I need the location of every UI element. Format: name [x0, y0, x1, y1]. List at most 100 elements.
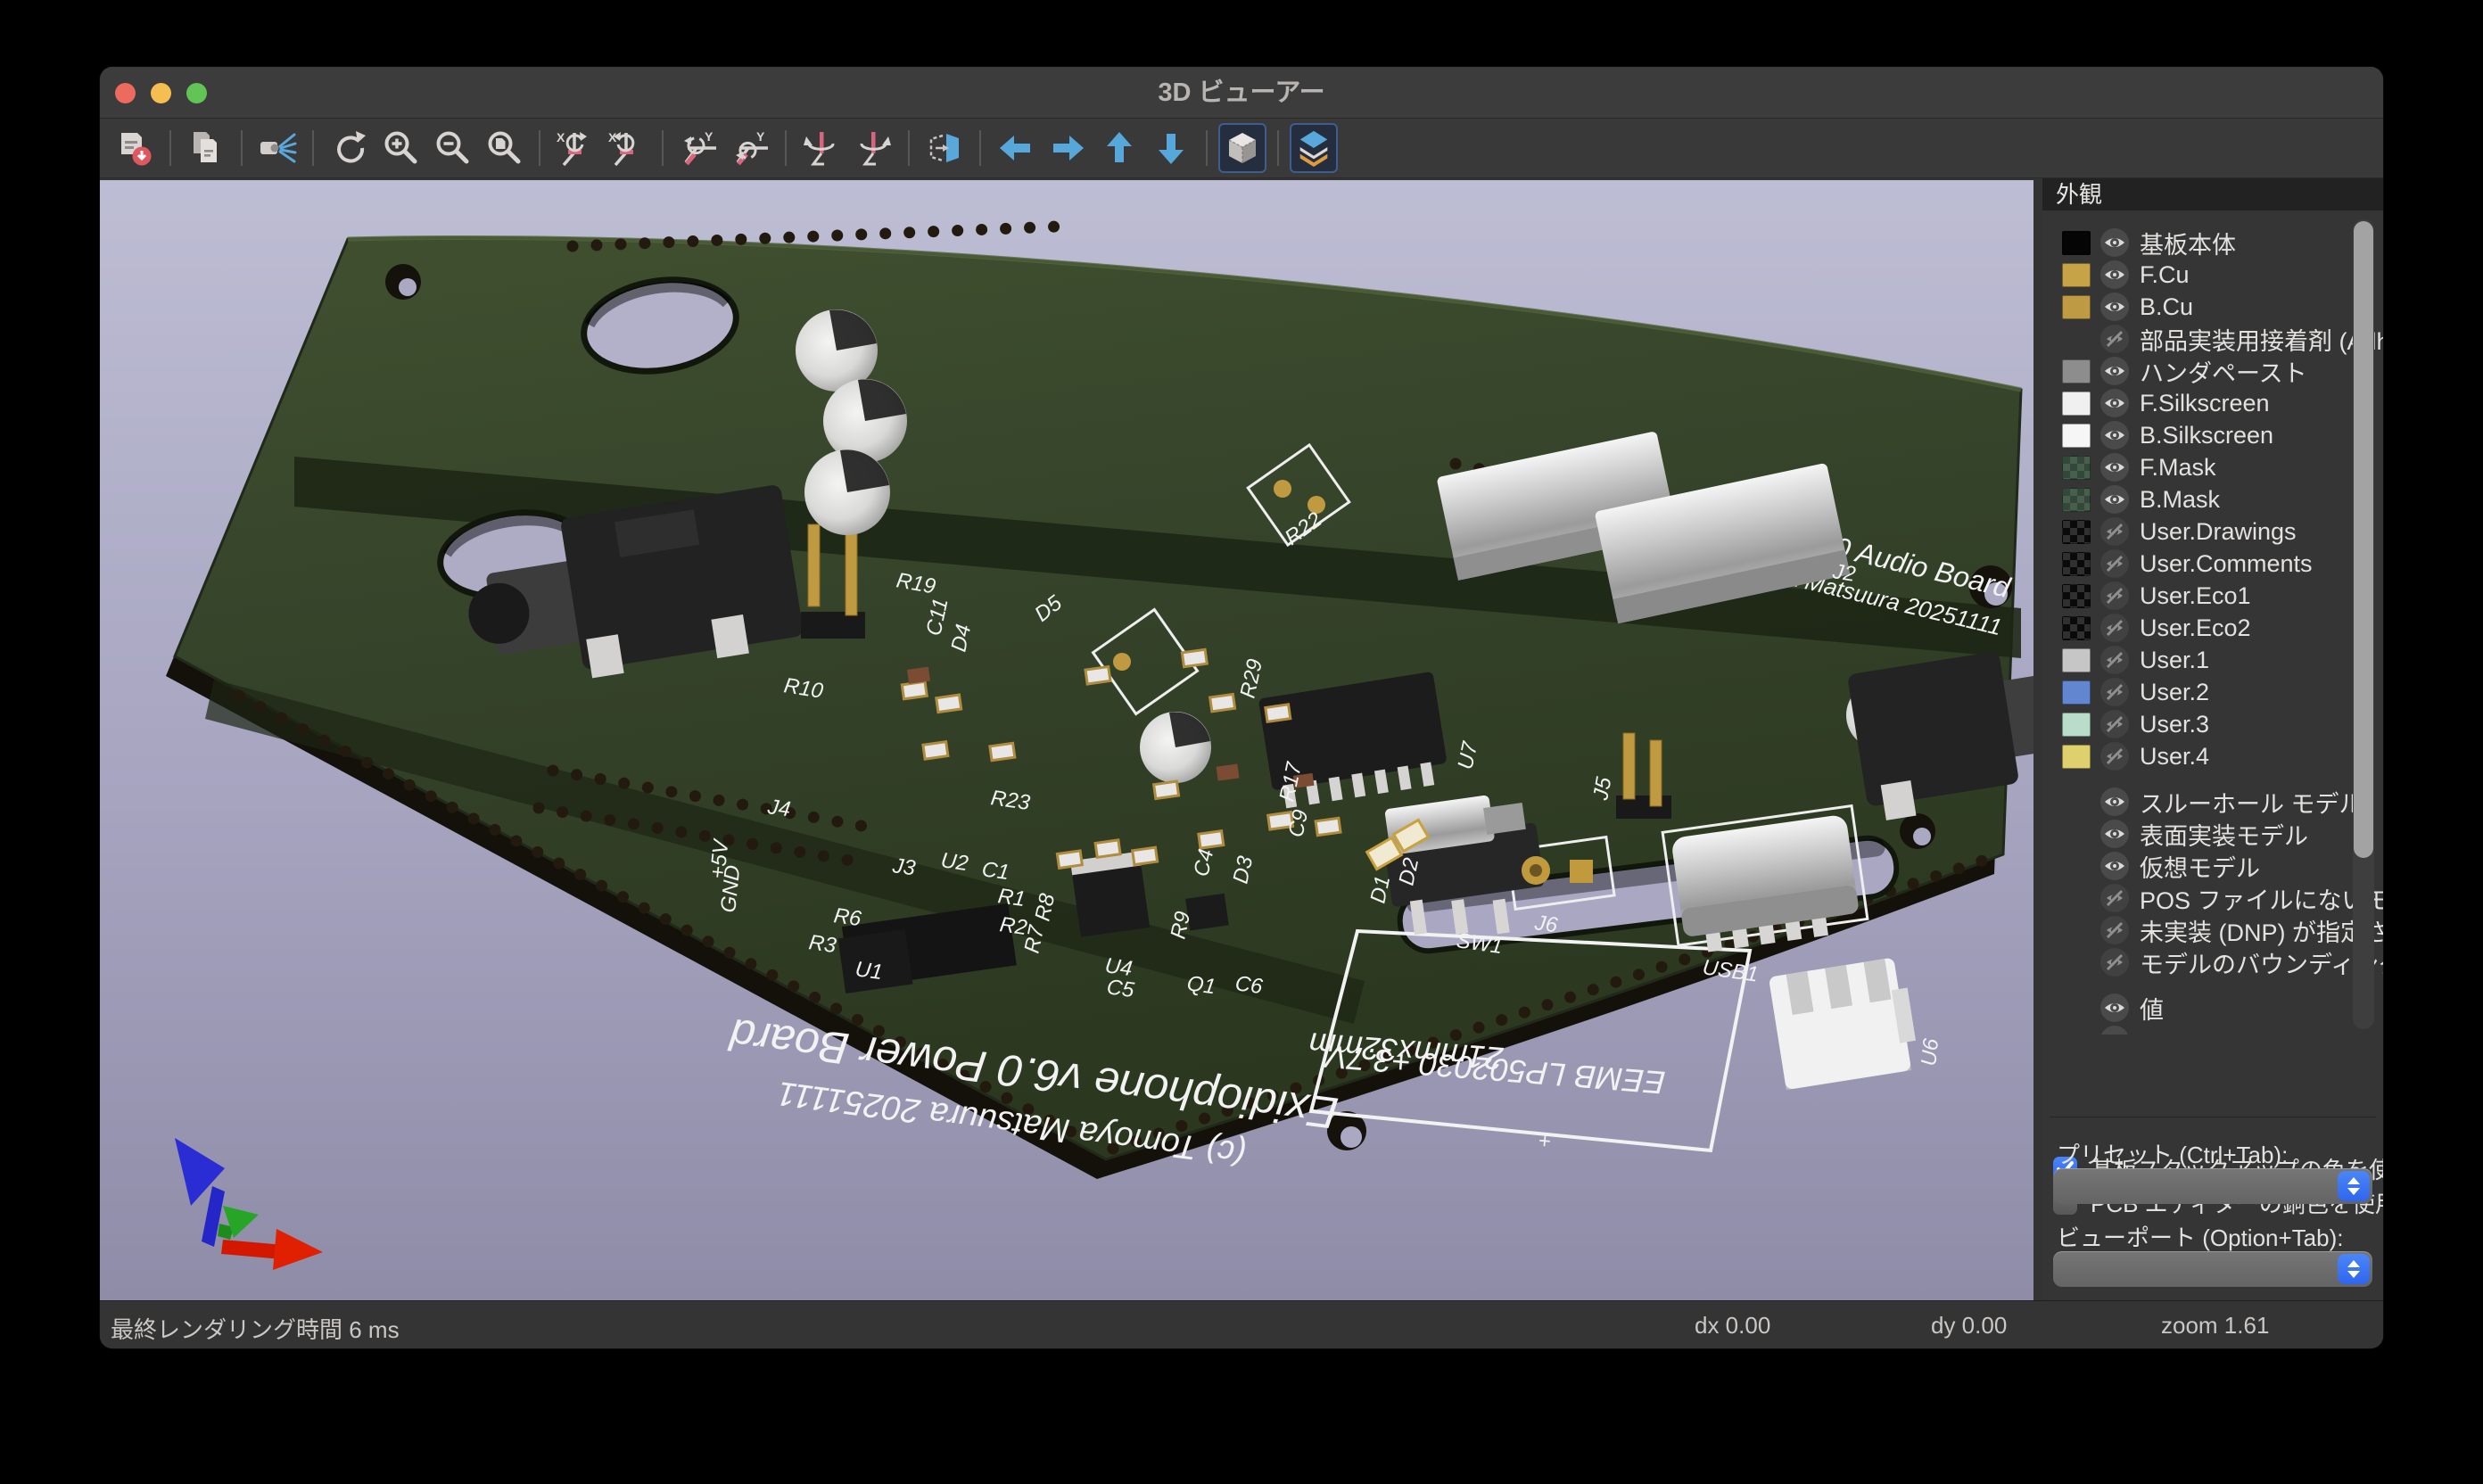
layer-row[interactable]: ハンダペースト — [2042, 355, 2383, 387]
pan-right-button[interactable] — [1044, 123, 1092, 173]
layer-row[interactable]: B.Silkscreen — [2042, 419, 2383, 451]
layer-row[interactable]: User.Drawings — [2042, 515, 2383, 548]
redraw-button[interactable] — [325, 123, 373, 173]
layer-row[interactable]: 未実装 (DNP) が指定さ — [2042, 914, 2383, 946]
appearance-panel-toggle[interactable] — [1290, 123, 1338, 173]
rotate-x-cw-button[interactable]: X — [551, 123, 599, 173]
visibility-eye-icon[interactable] — [2100, 228, 2129, 257]
layer-row[interactable]: モデルのバウンディング — [2042, 946, 2383, 978]
visibility-eye-icon[interactable] — [2100, 453, 2129, 482]
layer-color-swatch[interactable] — [2062, 295, 2091, 319]
export-image-button[interactable] — [111, 123, 159, 173]
pan-up-button[interactable] — [1095, 123, 1143, 173]
layer-row[interactable]: 部品実装用接着剤 (Adh — [2042, 323, 2383, 355]
3d-viewer-window: 3D ビューアー X X Y Y — [100, 67, 2383, 1348]
layer-color-swatch[interactable] — [2062, 745, 2091, 769]
scrollbar-thumb[interactable] — [2354, 221, 2373, 858]
layer-color-swatch[interactable] — [2062, 488, 2091, 512]
viewport-select[interactable] — [2053, 1251, 2372, 1287]
layer-color-swatch[interactable] — [2062, 263, 2091, 287]
visibility-eye-icon[interactable] — [2100, 916, 2129, 944]
rotate-y-ccw-button[interactable]: Y — [726, 123, 774, 173]
status-bar: 最終レンダリング時間 6 ms dx 0.00 dy 0.00 zoom 1.6… — [100, 1300, 2383, 1348]
close-button[interactable] — [115, 83, 136, 103]
visibility-eye-icon[interactable] — [2100, 646, 2129, 674]
preset-select[interactable] — [2053, 1168, 2372, 1204]
zoom-in-button[interactable] — [376, 123, 425, 173]
visibility-eye-icon[interactable] — [2100, 742, 2129, 771]
minimize-button[interactable] — [151, 83, 171, 103]
visibility-eye-icon[interactable] — [2100, 325, 2129, 353]
layer-row[interactable]: F.Silkscreen — [2042, 387, 2383, 419]
flip-board-button[interactable] — [920, 123, 969, 173]
layer-color-swatch[interactable] — [2062, 359, 2091, 383]
layer-row[interactable]: User.Comments — [2042, 548, 2383, 580]
layer-color-swatch[interactable] — [2062, 456, 2091, 480]
visibility-eye-icon[interactable] — [2100, 993, 2129, 1022]
layer-color-swatch[interactable] — [2062, 231, 2091, 255]
layer-row[interactable]: User.Eco1 — [2042, 580, 2383, 612]
visibility-eye-icon[interactable] — [2100, 357, 2129, 385]
layer-row[interactable]: F.Cu — [2042, 259, 2383, 291]
visibility-eye-icon[interactable] — [2100, 421, 2129, 449]
layer-row[interactable]: 表面実装モデル — [2042, 818, 2383, 850]
orthographic-projection-toggle[interactable] — [1218, 123, 1266, 173]
visibility-eye-icon[interactable] — [2100, 614, 2129, 642]
visibility-eye-icon[interactable] — [2100, 485, 2129, 514]
layer-row[interactable]: B.Mask — [2042, 483, 2383, 515]
layer-row[interactable]: User.Eco2 — [2042, 612, 2383, 644]
visibility-eye-icon[interactable] — [2100, 549, 2129, 578]
visibility-eye-icon[interactable] — [2100, 787, 2129, 816]
layer-label: 表面実装モデル — [2140, 817, 2308, 852]
layer-row[interactable]: B.Cu — [2042, 291, 2383, 323]
layer-row[interactable]: User.3 — [2042, 708, 2383, 740]
layer-row[interactable]: 値 — [2042, 992, 2383, 1024]
layer-color-swatch[interactable] — [2062, 392, 2091, 416]
layer-row[interactable]: POS ファイルにないモ — [2042, 882, 2383, 914]
layer-color-swatch[interactable] — [2062, 648, 2091, 672]
layer-row[interactable]: 基板本体 — [2042, 227, 2383, 259]
visibility-eye-icon[interactable] — [2100, 852, 2129, 880]
visibility-eye-icon[interactable] — [2100, 710, 2129, 738]
visibility-eye-icon[interactable] — [2100, 1026, 2129, 1035]
layer-row[interactable]: スルーホール モデル — [2042, 786, 2383, 818]
visibility-eye-icon[interactable] — [2100, 820, 2129, 848]
pan-left-button[interactable] — [992, 123, 1040, 173]
window-title: 3D ビューアー — [100, 67, 2383, 119]
titlebar[interactable]: 3D ビューアー — [100, 67, 2383, 119]
layer-color-swatch[interactable] — [2062, 584, 2091, 608]
layer-color-swatch[interactable] — [2062, 713, 2091, 737]
layer-color-swatch[interactable] — [2062, 680, 2091, 705]
pan-down-button[interactable] — [1147, 123, 1195, 173]
visibility-eye-icon[interactable] — [2100, 260, 2129, 289]
render-view-button[interactable] — [253, 123, 301, 173]
rotate-x-ccw-button[interactable]: X — [603, 123, 651, 173]
layer-row[interactable]: F.Mask — [2042, 451, 2383, 483]
visibility-eye-icon[interactable] — [2100, 389, 2129, 417]
visibility-eye-icon[interactable] — [2100, 948, 2129, 977]
rotate-z-cw-button[interactable] — [797, 123, 846, 173]
3d-viewport[interactable]: Exidiophone v6.0 Audio Board (c) Tomoya … — [100, 180, 2033, 1300]
layer-row[interactable]: User.1 — [2042, 644, 2383, 676]
zoom-out-button[interactable] — [428, 123, 476, 173]
layer-row[interactable]: 仮想モデル — [2042, 850, 2383, 882]
layer-color-swatch[interactable] — [2062, 552, 2091, 576]
layer-color-swatch[interactable] — [2062, 616, 2091, 640]
rotate-y-cw-button[interactable]: Y — [674, 123, 722, 173]
layer-row[interactable] — [2042, 1024, 2383, 1035]
svg-text:X: X — [557, 130, 565, 144]
copy-image-button[interactable] — [182, 123, 230, 173]
visibility-eye-icon[interactable] — [2100, 678, 2129, 706]
rotate-z-ccw-button[interactable] — [849, 123, 897, 173]
visibility-eye-icon[interactable] — [2100, 293, 2129, 321]
zoom-fit-button[interactable] — [480, 123, 528, 173]
visibility-eye-icon[interactable] — [2100, 884, 2129, 912]
layer-row[interactable]: User.2 — [2042, 676, 2383, 708]
visibility-eye-icon[interactable] — [2100, 581, 2129, 610]
layer-color-swatch[interactable] — [2062, 520, 2091, 544]
layer-color-swatch[interactable] — [2062, 424, 2091, 448]
layer-list-scrollbar[interactable] — [2353, 219, 2374, 1029]
visibility-eye-icon[interactable] — [2100, 517, 2129, 546]
layer-row[interactable]: User.4 — [2042, 740, 2383, 772]
zoom-window-button[interactable] — [186, 83, 207, 103]
